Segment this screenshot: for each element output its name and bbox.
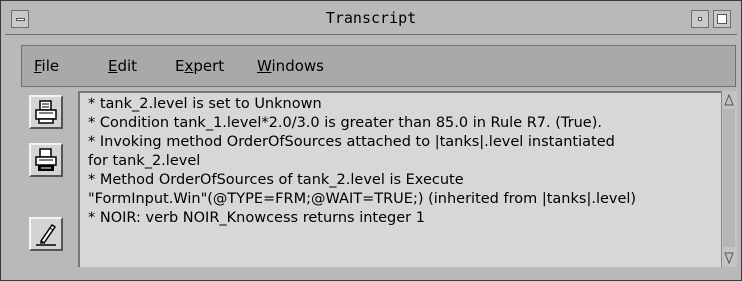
edit-button[interactable]: [29, 217, 63, 251]
print-icon: [35, 100, 57, 124]
edit-pencil-icon: [36, 223, 57, 246]
transcript-line: * tank_2.level is set to Unknown: [88, 96, 322, 112]
transcript-line: * Invoking method OrderOfSources attache…: [88, 134, 615, 150]
print-setup-icon: [35, 148, 57, 171]
print-button[interactable]: [29, 95, 63, 129]
title-bar[interactable]: Transcript: [5, 5, 737, 35]
status-strip: [22, 267, 721, 277]
scrollbar-thumb[interactable]: [723, 109, 735, 247]
transcript-line: * Method OrderOfSources of tank_2.level …: [88, 172, 464, 188]
transcript-text[interactable]: * tank_2.level is set to Unknown * Condi…: [78, 91, 721, 267]
print-setup-button[interactable]: [29, 143, 63, 177]
side-toolbar: [22, 91, 74, 267]
scroll-down-icon[interactable]: [724, 252, 734, 264]
transcript-line: for tank_2.level: [88, 153, 201, 169]
window-title: Transcript: [325, 9, 417, 27]
transcript-line: * Condition tank_1.level*2.0/3.0 is grea…: [88, 115, 602, 131]
vertical-scrollbar[interactable]: [721, 91, 737, 267]
minimize-button[interactable]: [691, 10, 709, 28]
menu-windows[interactable]: Windows: [257, 57, 324, 75]
transcript-window: Transcript File Edit Expert Windows * ta…: [0, 0, 742, 281]
scroll-up-icon[interactable]: [724, 94, 734, 106]
menu-expert[interactable]: Expert: [175, 57, 224, 75]
transcript-line: "FormInput.Win"(@TYPE=FRM;@WAIT=TRUE;) (…: [88, 191, 637, 207]
transcript-line: * NOIR: verb NOIR_Knowcess returns integ…: [88, 210, 425, 226]
menu-edit[interactable]: Edit: [108, 57, 137, 75]
maximize-button[interactable]: [713, 10, 731, 28]
menu-file[interactable]: File: [34, 57, 59, 75]
menu-bar: File Edit Expert Windows: [21, 45, 736, 87]
